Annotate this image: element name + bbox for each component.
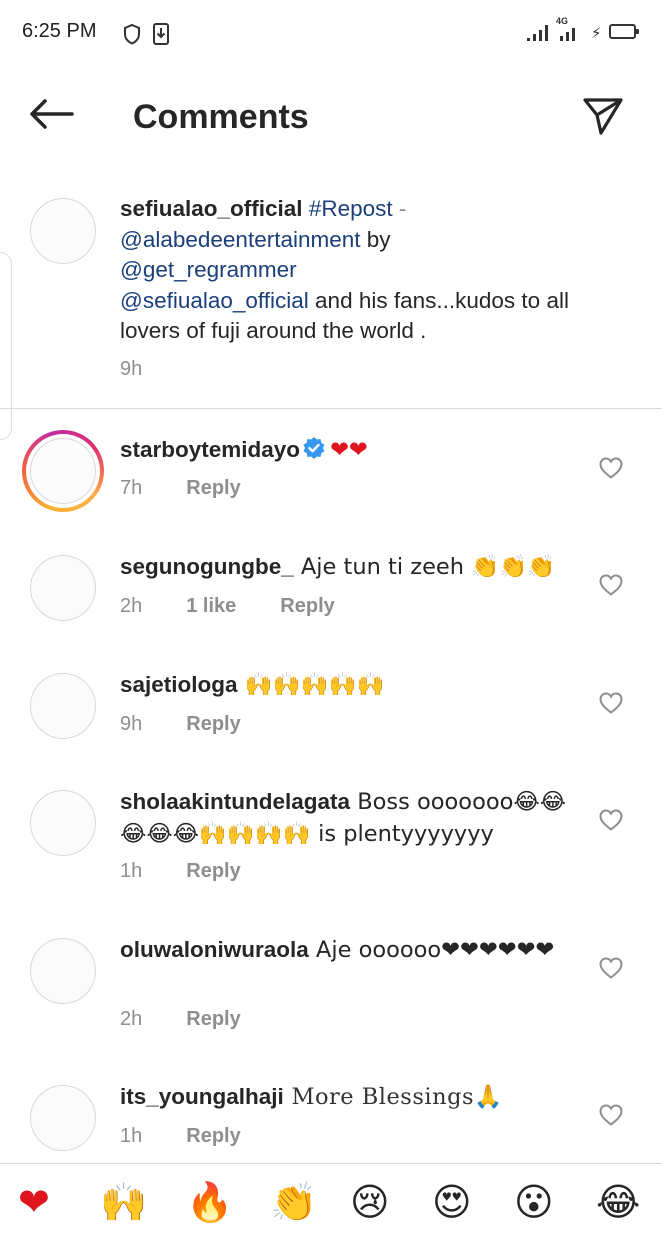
comment-meta: 9h Reply <box>120 713 285 736</box>
comment-time: 7h <box>120 477 143 499</box>
caption-dash: - <box>392 196 407 221</box>
reaction-surprised-face-icon[interactable]: 😮 <box>514 1180 554 1224</box>
caption-mention[interactable]: @alabedeentertainment <box>120 227 361 252</box>
heart-outline-icon[interactable] <box>598 956 624 980</box>
comment-text: 🙌🙌🙌🙌🙌 <box>237 672 385 698</box>
comment-time: 2h <box>120 595 143 617</box>
page-title: Comments <box>133 98 309 136</box>
reaction-clapping-icon[interactable]: 👏 <box>270 1180 317 1224</box>
comment-meta: 7h Reply <box>120 477 285 500</box>
comment-username[interactable]: sajetiologa <box>120 672 238 697</box>
caption-time: 9h <box>120 358 143 380</box>
status-bar: 6:25 PM 4G ⚡ <box>0 0 662 66</box>
reaction-tears-of-joy-icon[interactable]: 😂 <box>596 1180 640 1224</box>
comment-text: ❤❤ <box>330 437 368 463</box>
comment-time: 2h <box>120 1008 143 1030</box>
avatar <box>30 438 96 504</box>
verified-badge-icon <box>303 437 325 459</box>
comment-meta: 1h Reply <box>120 860 285 883</box>
reaction-heart-eyes-icon[interactable]: 😍 <box>432 1180 472 1224</box>
caption-username[interactable]: sefiualao_official <box>120 196 303 221</box>
comment-text: Aje oooooo❤❤❤❤❤❤ <box>308 937 555 963</box>
reaction-fire-icon[interactable]: 🔥 <box>186 1180 233 1224</box>
comment-username[interactable]: its_youngalhaji <box>120 1084 284 1109</box>
paper-plane-icon[interactable] <box>582 96 624 136</box>
reaction-heart-icon[interactable]: ❤ <box>18 1180 50 1224</box>
charging-icon: ⚡ <box>591 25 602 42</box>
comment-body: segunogungbe_ Aje tun ti zeeh 👏👏👏 <box>120 551 580 583</box>
reply-button[interactable]: Reply <box>186 477 240 499</box>
avatar[interactable] <box>30 1085 96 1151</box>
avatar[interactable] <box>30 198 96 264</box>
caption-by: by <box>360 226 391 252</box>
comment-body: starboytemidayo ❤❤ <box>120 434 580 466</box>
comment-username[interactable]: segunogungbe_ <box>120 554 294 579</box>
app-header: Comments <box>0 66 662 176</box>
reply-button[interactable]: Reply <box>186 860 240 882</box>
avatar[interactable] <box>30 938 96 1004</box>
arrow-left-icon[interactable] <box>28 98 74 130</box>
comment-time: 9h <box>120 713 143 735</box>
comment-meta: 2h 1 like Reply <box>120 595 379 618</box>
comment-username[interactable]: oluwaloniwuraola <box>120 937 309 962</box>
caption-mention[interactable]: @get_regrammer <box>120 257 297 282</box>
battery-icon <box>609 24 639 39</box>
avatar[interactable] <box>30 790 96 856</box>
caption-hashtag[interactable]: #Repost <box>309 196 393 221</box>
signal-icon <box>527 25 548 41</box>
comment-text: Aje tun ti zeeh 👏👏👏 <box>293 554 556 580</box>
reaction-crying-face-icon[interactable]: 😢 <box>350 1180 390 1224</box>
comment-meta: 1h Reply <box>120 1125 285 1148</box>
comment-username[interactable]: sholaakintundelagata <box>120 789 350 814</box>
avatar[interactable] <box>30 555 96 621</box>
post-caption: sefiualao_official #Repost - @alabedeent… <box>0 176 662 409</box>
reaction-raised-hands-icon[interactable]: 🙌 <box>100 1180 147 1224</box>
comment-username[interactable]: starboytemidayo <box>120 437 300 462</box>
comment-time: 1h <box>120 1125 143 1147</box>
heart-outline-icon[interactable] <box>598 573 624 597</box>
status-time: 6:25 PM <box>22 20 97 42</box>
shield-icon <box>124 23 140 45</box>
emoji-reaction-bar: ❤ 🙌 🔥 👏 😢 😍 😮 😂 <box>0 1163 662 1234</box>
download-icon <box>153 23 169 45</box>
comment-body: sholaakintundelagata Boss ooooooo😂😂😂😂😂🙌🙌… <box>120 786 570 850</box>
heart-outline-icon[interactable] <box>598 808 624 832</box>
story-ring[interactable] <box>22 430 104 512</box>
avatar[interactable] <box>30 673 96 739</box>
comment-time: 1h <box>120 860 143 882</box>
caption-text: sefiualao_official #Repost - @alabedeent… <box>120 194 630 347</box>
caption-mention[interactable]: @sefiualao_official <box>120 288 309 313</box>
reply-button[interactable]: Reply <box>186 1008 240 1030</box>
heart-outline-icon[interactable] <box>598 456 624 480</box>
heart-outline-icon[interactable] <box>598 1103 624 1127</box>
comment-text: More Blessings🙏 <box>283 1084 503 1110</box>
reply-button[interactable]: Reply <box>280 595 334 617</box>
comment-body: its_youngalhaji More Blessings🙏 <box>120 1081 580 1113</box>
comment-body: oluwaloniwuraola Aje oooooo❤❤❤❤❤❤ <box>120 934 565 966</box>
heart-outline-icon[interactable] <box>598 691 624 715</box>
signal-secondary-icon <box>560 28 575 41</box>
reply-button[interactable]: Reply <box>186 713 240 735</box>
likes-count[interactable]: 1 like <box>186 595 236 617</box>
comment-meta: 2h Reply <box>120 1008 285 1031</box>
comment-body: sajetiologa 🙌🙌🙌🙌🙌 <box>120 669 580 701</box>
reply-button[interactable]: Reply <box>186 1125 240 1147</box>
